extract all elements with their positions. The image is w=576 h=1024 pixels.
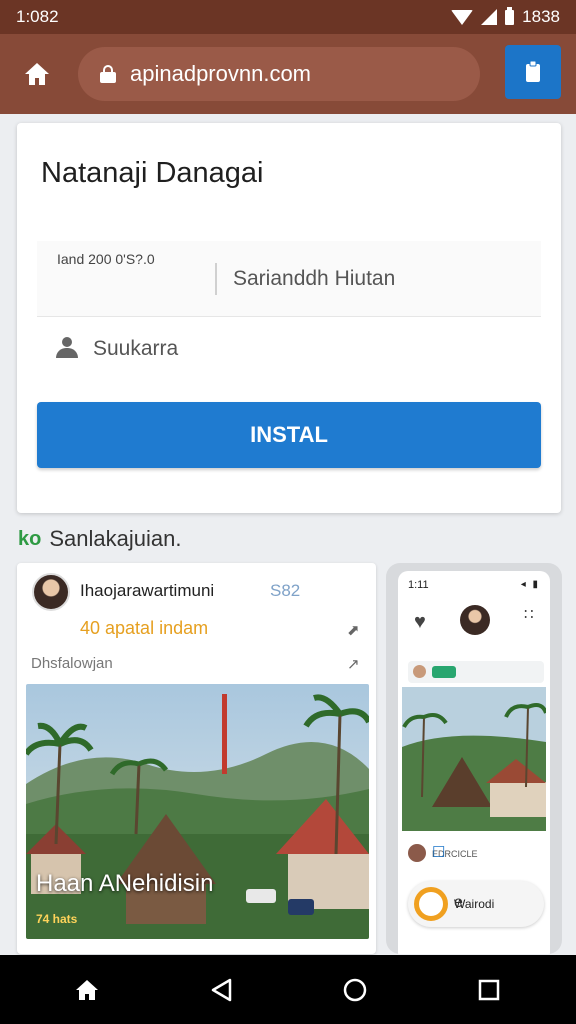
post-subtitle: Dhsfalowjan — [31, 655, 113, 672]
nav-home-button[interactable] — [57, 960, 117, 1020]
url-text: apinadprovnn.com — [130, 61, 312, 86]
phone-user-row[interactable]: EDRCICLE ☐ — [408, 841, 544, 867]
section-label: Sanlakajuian. — [49, 526, 182, 551]
status-right-text: 1838 — [522, 7, 560, 26]
clipboard-icon — [526, 61, 540, 82]
phone-photo — [402, 687, 546, 831]
section-header: ko Sanlakajuian. — [18, 526, 181, 552]
back-icon — [211, 978, 232, 1001]
heart-icon[interactable]: ♥ — [414, 611, 426, 634]
phone-preview-card[interactable]: 1:11 ◂ ▮ ♥ ∷ EDRCICLE ☐ Wairodi e — [386, 563, 562, 954]
system-nav-bar — [0, 955, 576, 1024]
ring-icon — [414, 887, 448, 921]
post-meta: 40 apatal indam — [80, 618, 209, 638]
status-tag — [432, 666, 456, 678]
post-count: S82 — [270, 581, 301, 600]
village-photo — [26, 684, 369, 939]
avatar[interactable] — [32, 573, 70, 611]
grid-dots-icon[interactable]: ∷ — [524, 607, 534, 622]
post-card[interactable]: Ihaojarawartimuni S82 40 apatal indam ⬈ … — [17, 563, 376, 954]
phone-user-avatar — [408, 844, 426, 862]
search-input[interactable]: Sarianddh Hiutan — [233, 267, 395, 291]
field-divider — [215, 263, 217, 295]
clipboard-button[interactable] — [505, 45, 561, 99]
trend-icon[interactable]: ↗ — [347, 655, 360, 673]
lock-icon — [100, 65, 116, 83]
user-field-row[interactable]: Suukarra — [37, 319, 541, 375]
status-time: 1:082 — [16, 7, 59, 26]
status-bar: 1:082 1838 — [0, 0, 576, 34]
user-icon — [55, 335, 79, 359]
nav-back-button[interactable] — [191, 960, 251, 1020]
phone-status-icons: ◂ ▮ — [520, 579, 540, 590]
form-title: Natanaji Danagai — [41, 157, 264, 189]
phone-pill-button[interactable]: Wairodi e — [408, 881, 544, 927]
photo-caption: Haan ANehidisin — [36, 870, 214, 897]
phone-avatar[interactable] — [460, 605, 490, 635]
phone-screen: 1:11 ◂ ▮ ♥ ∷ EDRCICLE ☐ Wairodi e — [398, 571, 550, 954]
home-button[interactable] — [14, 51, 60, 97]
address-bar[interactable]: apinadprovnn.com — [78, 47, 480, 101]
date-field[interactable]: Iand 200 0'S?.0 — [57, 251, 155, 267]
phone-village-photo — [402, 687, 546, 831]
post-author[interactable]: Ihaojarawartimuni — [80, 581, 214, 601]
phone-pill-letter: e — [454, 894, 463, 911]
browser-toolbar: apinadprovnn.com — [0, 34, 576, 114]
post-photo[interactable]: Haan ANehidisin 74 hats — [26, 684, 369, 939]
install-form-card: Natanaji Danagai Iand 200 0'S?.0 Sariand… — [17, 123, 561, 513]
recents-icon — [478, 979, 500, 1000]
share-icon[interactable]: ⬈ — [347, 621, 360, 639]
date-search-row: Iand 200 0'S?.0 Sarianddh Hiutan — [37, 241, 541, 317]
battery-icon — [505, 6, 515, 25]
phone-name-bar — [408, 661, 544, 683]
user-input[interactable]: Suukarra — [93, 337, 178, 361]
photo-subcaption: 74 hats — [36, 912, 78, 926]
nav-recents-button[interactable] — [459, 960, 519, 1020]
status-icons: 1838 — [451, 6, 560, 27]
wifi-icon — [451, 9, 474, 25]
mini-avatar — [413, 665, 426, 678]
home-icon — [25, 63, 49, 85]
section-logo-icon: ko — [18, 527, 42, 550]
install-button[interactable]: INSTAL — [37, 402, 541, 468]
home-icon — [76, 979, 98, 1000]
nav-overview-button[interactable] — [325, 960, 385, 1020]
signal-icon — [481, 9, 498, 25]
phone-time: 1:11 — [408, 579, 429, 591]
home-circle-icon — [343, 978, 367, 1001]
bookmark-icon[interactable]: ☐ — [432, 843, 540, 861]
